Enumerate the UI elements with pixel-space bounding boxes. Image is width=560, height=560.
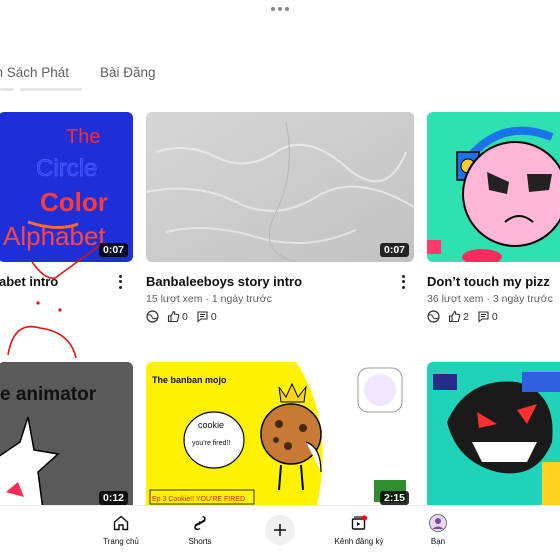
thumb-heading: The banban mojo	[152, 375, 227, 385]
nav-subscriptions[interactable]: Kênh đăng ký	[329, 514, 389, 546]
video-title[interactable]: Banbaleeboys story intro	[146, 274, 302, 289]
filter-chip[interactable]	[20, 88, 82, 91]
like-icon	[448, 310, 461, 323]
filter-chip[interactable]	[0, 88, 14, 91]
visibility-icon	[146, 310, 159, 323]
thumbnail-art	[433, 372, 560, 510]
video-metadata: 15 lượt xem · 1 ngày trước	[146, 293, 272, 305]
thumb-caption: Ep 3 Cookie!! YOU'RE FIRED	[152, 496, 245, 503]
video-title[interactable]: Don’t touch my pizz	[427, 274, 550, 289]
video-metadata: 36 lượt xem · 3 ngày trước	[427, 293, 553, 305]
red-doodle	[7, 244, 101, 359]
comment-count: 0	[210, 310, 217, 323]
handle-dot	[278, 7, 282, 11]
nav-home[interactable]: Trang chủ	[91, 514, 151, 546]
duration-badge: 0:07	[379, 243, 409, 257]
like-count: 0	[182, 310, 188, 323]
shorts-icon	[194, 515, 206, 531]
comment-count: 0	[491, 310, 498, 323]
duration-badge: 2:15	[379, 491, 409, 505]
tab-playlists[interactable]: nh Sách Phát	[0, 65, 69, 80]
video-stats: 2 0	[427, 310, 498, 323]
video-thumbnail[interactable]: The banban mojo cookie you're fired!! Ep…	[146, 362, 414, 510]
dot	[118, 275, 122, 279]
like-button[interactable]: 2	[448, 310, 469, 323]
more-options-button[interactable]	[115, 274, 125, 290]
plus-icon	[274, 524, 286, 536]
comment-icon	[197, 311, 208, 323]
handle-dot	[271, 7, 275, 11]
dot	[401, 285, 405, 289]
speech-bubble-text: you're fired!!	[192, 440, 230, 447]
thumbnail-art	[146, 112, 414, 262]
home-icon	[113, 515, 129, 531]
comment-button[interactable]: 0	[196, 310, 217, 323]
nav-label: Bạn	[430, 537, 446, 546]
tab-posts[interactable]: Bài Đăng	[100, 65, 156, 80]
nav-shorts[interactable]: Shorts	[170, 514, 230, 546]
comment-button[interactable]: 0	[477, 310, 498, 323]
video-thumbnail[interactable]: e animator 0:12	[0, 362, 133, 510]
thumbnail-art	[427, 126, 560, 262]
dot	[118, 280, 122, 284]
thumb-text: Color	[40, 187, 108, 217]
nav-label: Shorts	[188, 537, 212, 546]
nav-label: Trang chủ	[103, 537, 139, 546]
avatar	[429, 514, 447, 532]
thumb-text: Circle	[36, 155, 97, 182]
thumb-text: e animator	[0, 384, 97, 405]
dot	[401, 275, 405, 279]
comment-icon	[478, 311, 489, 323]
speech-bubble-text: cookie	[198, 420, 224, 430]
visibility-icon	[427, 310, 440, 323]
thumbnail-art: The banban mojo cookie you're fired!! Ep…	[149, 362, 414, 510]
like-count: 2	[463, 310, 469, 323]
bottom-navigation: Trang chủ Shorts Kênh đăng ký Bạn	[0, 505, 560, 560]
dot	[118, 285, 122, 289]
video-thumbnail[interactable]	[427, 112, 560, 262]
video-stats: 0 0	[146, 310, 217, 323]
more-options-handle[interactable]	[271, 7, 289, 11]
dot	[401, 280, 405, 284]
thumbnail-art: e animator	[0, 362, 133, 510]
nav-label: Kênh đăng ký	[334, 537, 384, 546]
create-button[interactable]	[265, 515, 295, 545]
like-icon	[167, 310, 180, 323]
duration-badge: 0:12	[98, 491, 128, 505]
nav-you[interactable]: Bạn	[408, 514, 468, 546]
thumb-text: The	[66, 126, 100, 148]
video-thumbnail[interactable]	[427, 362, 560, 510]
like-button[interactable]: 0	[167, 310, 188, 323]
subscriptions-icon	[351, 515, 368, 530]
more-options-button[interactable]	[398, 274, 408, 290]
video-thumbnail[interactable]: 0:07	[146, 112, 414, 262]
handle-dot	[285, 7, 289, 11]
